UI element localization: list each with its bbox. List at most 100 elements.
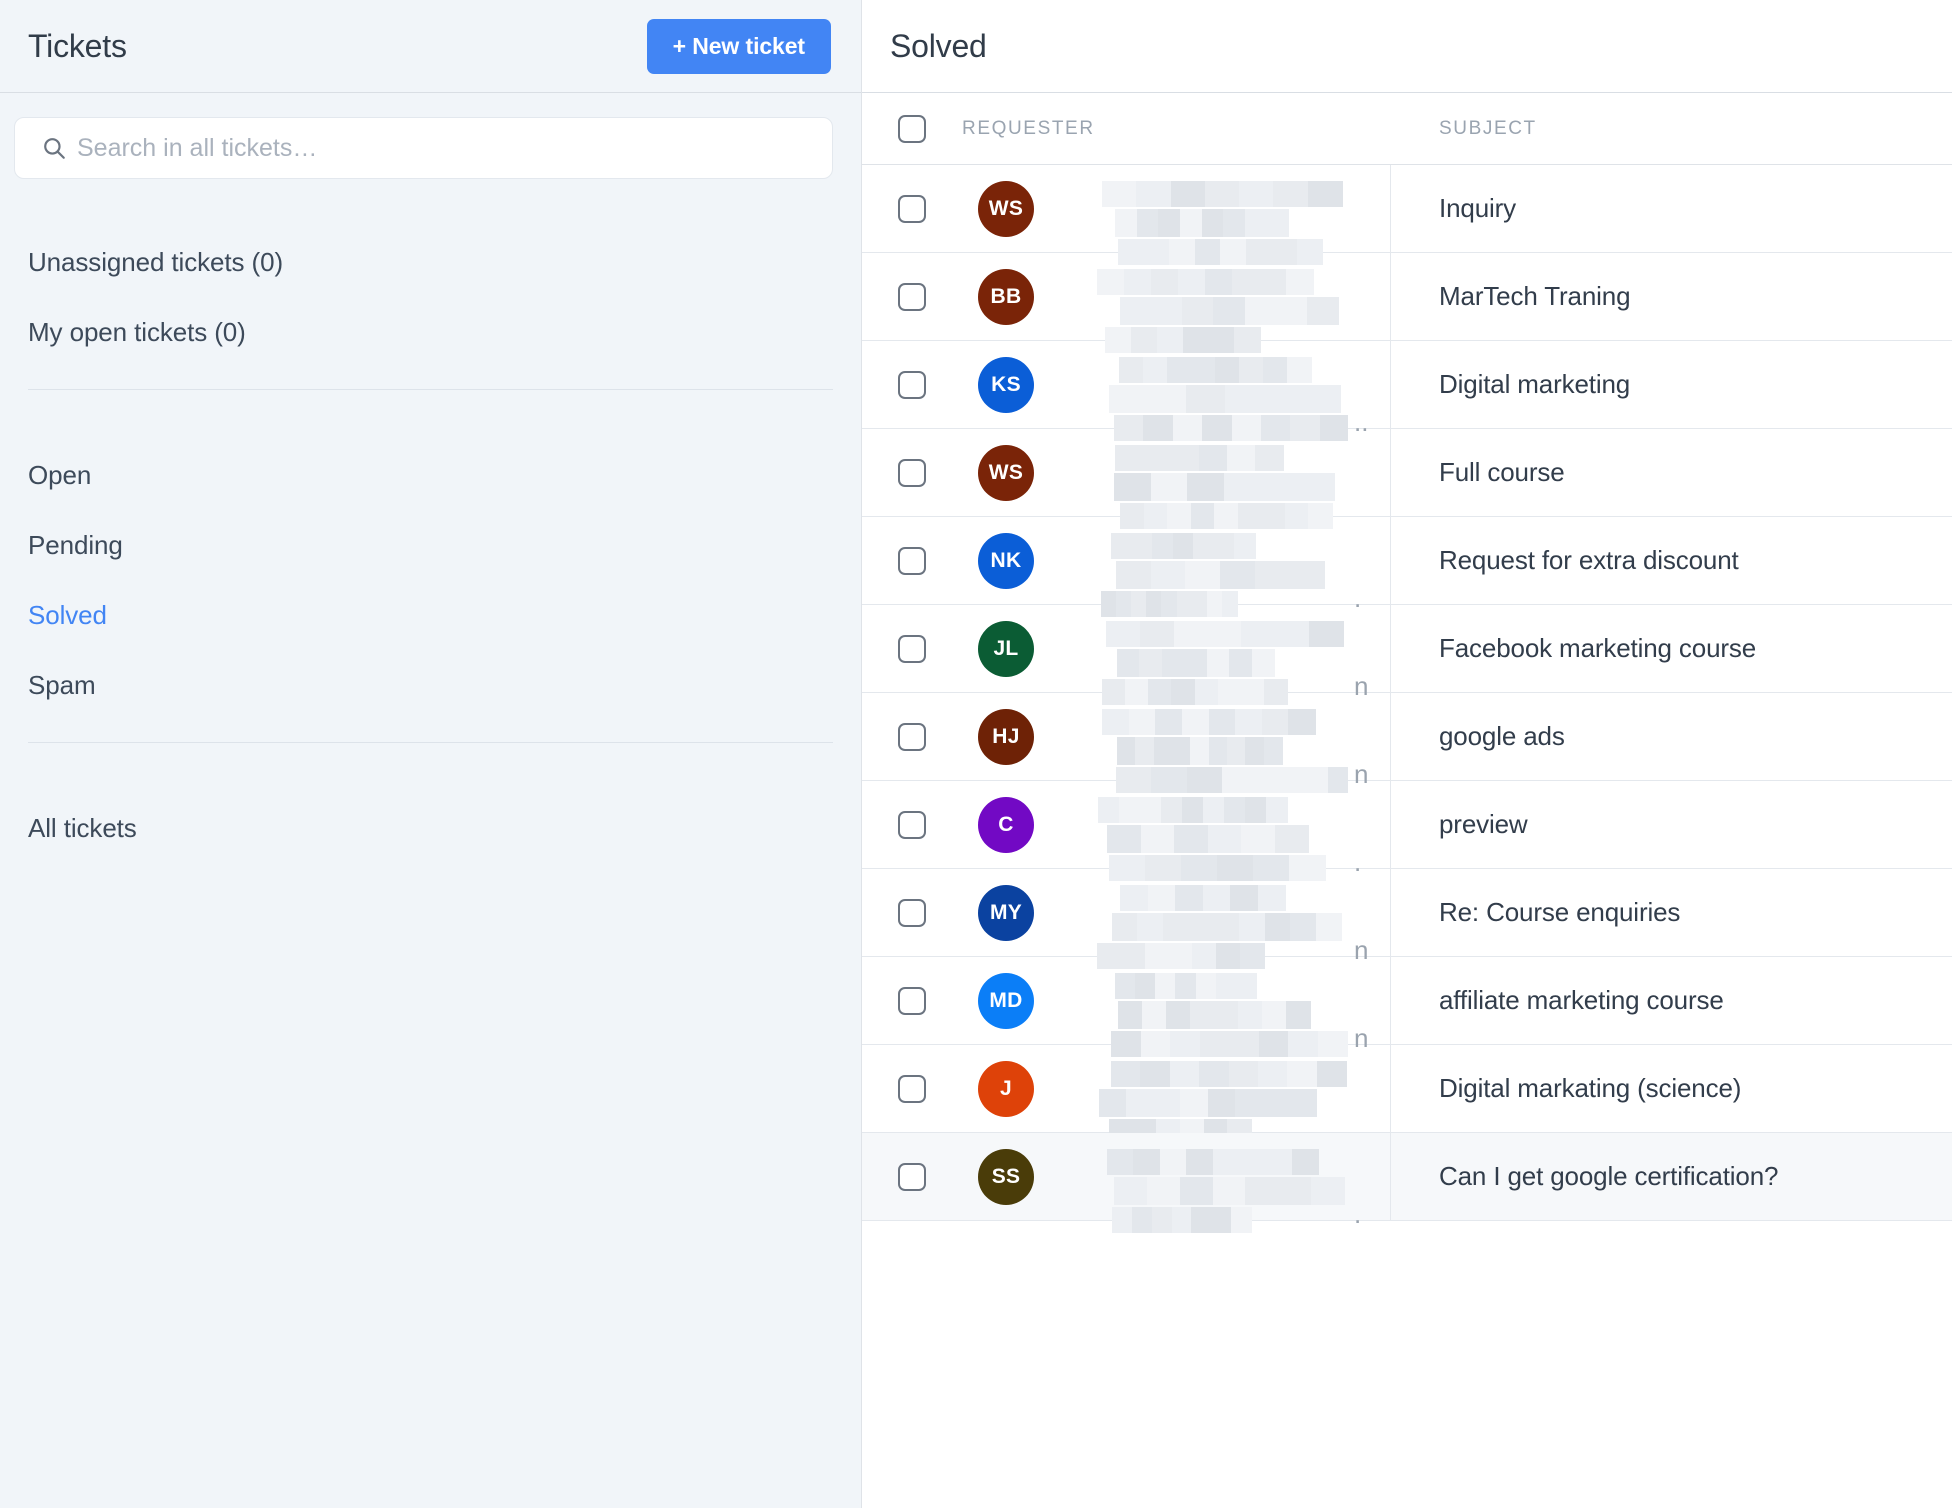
subject-cell[interactable]: Re: Course enquiries xyxy=(1390,897,1952,928)
table-row[interactable]: HJngoogle ads xyxy=(862,693,1952,781)
row-checkbox[interactable] xyxy=(898,195,926,223)
column-header-subject-label: SUBJECT xyxy=(1439,118,1537,139)
search-container xyxy=(0,93,861,179)
column-header-subject[interactable]: SUBJECT xyxy=(1390,118,1952,140)
requester-cell: JLn xyxy=(962,621,1390,677)
avatar: WS xyxy=(978,445,1034,501)
row-checkbox[interactable] xyxy=(898,899,926,927)
row-checkbox[interactable] xyxy=(898,1163,926,1191)
table-row[interactable]: NK. Request for extra discount xyxy=(862,517,1952,605)
main-header: Solved xyxy=(862,0,1952,93)
avatar: MD xyxy=(978,973,1034,1029)
table-row[interactable]: MDn affiliate marketing course xyxy=(862,957,1952,1045)
requester-cell: C. xyxy=(962,797,1390,853)
subject-cell[interactable]: Full course xyxy=(1390,457,1952,488)
sidebar-nav-all: All tickets xyxy=(0,789,861,868)
subject-cell[interactable]: Facebook marketing course xyxy=(1390,633,1952,664)
row-checkbox[interactable] xyxy=(898,371,926,399)
subject-cell[interactable]: affiliate marketing course xyxy=(1390,985,1952,1016)
column-separator xyxy=(1390,781,1391,868)
avatar: J xyxy=(978,1061,1034,1117)
subject-text: affiliate marketing course xyxy=(1439,985,1952,1016)
sidebar-item-spam[interactable]: Spam xyxy=(28,655,833,716)
column-separator xyxy=(1390,869,1391,956)
subject-text: preview xyxy=(1439,809,1952,840)
row-checkbox-cell xyxy=(862,547,962,575)
sidebar-item-all-tickets[interactable]: All tickets xyxy=(28,798,833,859)
avatar: KS xyxy=(978,357,1034,413)
subject-cell[interactable]: MarTech Traning xyxy=(1390,281,1952,312)
subject-text: Digital marketing xyxy=(1439,369,1952,400)
row-checkbox[interactable] xyxy=(898,459,926,487)
row-checkbox[interactable] xyxy=(898,1075,926,1103)
table-row[interactable]: WS Full course xyxy=(862,429,1952,517)
subject-cell[interactable]: Inquiry xyxy=(1390,193,1952,224)
sidebar: Tickets + New ticket Unassigned tickets … xyxy=(0,0,862,1508)
requester-cell: MDn xyxy=(962,973,1390,1029)
column-separator xyxy=(1390,693,1391,780)
requester-cell: SS. xyxy=(962,1149,1390,1205)
main-panel: Solved REQUESTER SUBJECT WS Inquiry BBMarT… xyxy=(862,0,1952,1508)
subject-cell[interactable]: Digital marketing xyxy=(1390,369,1952,400)
sidebar-item-unassigned-tickets[interactable]: Unassigned tickets (0) xyxy=(28,232,833,293)
tickets-table: REQUESTER SUBJECT WS Inquiry BBMarTech Tra… xyxy=(862,93,1952,1221)
column-separator xyxy=(1390,605,1391,692)
row-checkbox[interactable] xyxy=(898,283,926,311)
subject-cell[interactable]: Request for extra discount xyxy=(1390,545,1952,576)
subject-text: MarTech Traning xyxy=(1439,281,1952,312)
subject-text: Request for extra discount xyxy=(1439,545,1952,576)
select-all-cell xyxy=(862,115,962,143)
table-row[interactable]: WS Inquiry xyxy=(862,165,1952,253)
avatar: C xyxy=(978,797,1034,853)
column-separator xyxy=(1390,341,1391,428)
subject-text: Inquiry xyxy=(1439,193,1952,224)
table-row[interactable]: JLnFacebook marketing course xyxy=(862,605,1952,693)
row-checkbox[interactable] xyxy=(898,723,926,751)
subject-text: Can I get google certification? xyxy=(1439,1161,1952,1192)
subject-cell[interactable]: preview xyxy=(1390,809,1952,840)
search-input[interactable] xyxy=(77,118,832,178)
subject-cell[interactable]: Can I get google certification? xyxy=(1390,1161,1952,1192)
row-checkbox[interactable] xyxy=(898,811,926,839)
requester-cell: HJn xyxy=(962,709,1390,765)
table-row[interactable]: BBMarTech Traning xyxy=(862,253,1952,341)
avatar: JL xyxy=(978,621,1034,677)
table-row[interactable]: MYnRe: Course enquiries xyxy=(862,869,1952,957)
column-separator xyxy=(1390,1045,1391,1132)
new-ticket-button[interactable]: + New ticket xyxy=(647,19,831,74)
sidebar-header: Tickets + New ticket xyxy=(0,0,861,93)
avatar: SS xyxy=(978,1149,1034,1205)
row-checkbox[interactable] xyxy=(898,635,926,663)
sidebar-item-solved[interactable]: Solved xyxy=(28,585,833,646)
search-box[interactable] xyxy=(14,117,833,179)
sidebar-item-open[interactable]: Open xyxy=(28,445,833,506)
table-row[interactable]: SS. Can I get google certification? xyxy=(862,1133,1952,1221)
table-row[interactable]: KS..Digital marketing xyxy=(862,341,1952,429)
table-header-row: REQUESTER SUBJECT xyxy=(862,93,1952,165)
row-checkbox-cell xyxy=(862,635,962,663)
table-body: WS Inquiry BBMarTech TraningKS..Digital ma… xyxy=(862,165,1952,1221)
table-row[interactable]: C. preview xyxy=(862,781,1952,869)
select-all-checkbox[interactable] xyxy=(898,115,926,143)
sidebar-item-pending[interactable]: Pending xyxy=(28,515,833,576)
main-title: Solved xyxy=(890,28,987,65)
sidebar-item-my-open-tickets[interactable]: My open tickets (0) xyxy=(28,302,833,363)
subject-cell[interactable]: google ads xyxy=(1390,721,1952,752)
table-row[interactable]: J Digital markating (science) xyxy=(862,1045,1952,1133)
row-checkbox[interactable] xyxy=(898,547,926,575)
avatar: WS xyxy=(978,181,1034,237)
requester-name-redacted xyxy=(1096,1135,1348,1251)
row-checkbox[interactable] xyxy=(898,987,926,1015)
column-separator xyxy=(1390,429,1391,516)
requester-cell: WS xyxy=(962,181,1390,237)
page-title: Tickets xyxy=(28,28,127,65)
subject-text: Re: Course enquiries xyxy=(1439,897,1952,928)
requester-cell: NK. xyxy=(962,533,1390,589)
column-header-requester[interactable]: REQUESTER xyxy=(962,118,1390,140)
column-separator xyxy=(1390,165,1391,252)
subject-cell[interactable]: Digital markating (science) xyxy=(1390,1073,1952,1104)
row-checkbox-cell xyxy=(862,283,962,311)
row-checkbox-cell xyxy=(862,1163,962,1191)
search-icon xyxy=(41,135,67,161)
row-checkbox-cell xyxy=(862,987,962,1015)
